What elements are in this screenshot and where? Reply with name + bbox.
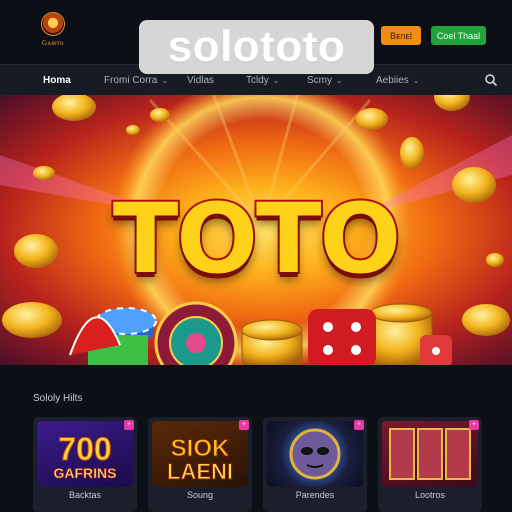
nav-item-label: Fromi Corra <box>104 74 158 86</box>
card-label: Backtas <box>68 490 101 500</box>
chevron-down-icon: ⌄ <box>412 75 420 85</box>
alien-emblem-icon <box>289 428 341 480</box>
game-card[interactable]: + Lootros <box>378 417 482 512</box>
nav-item-home[interactable]: Homa <box>43 65 71 95</box>
game-thumbnail <box>382 421 478 487</box>
game-card[interactable]: SIOK LAENI + Soung <box>148 417 252 512</box>
brand-watermark: solototo <box>139 20 374 74</box>
chevron-down-icon: ⌄ <box>336 75 343 85</box>
card-badge: + <box>469 420 479 430</box>
section-title: Sololy Hilts <box>33 393 83 404</box>
card-badge: + <box>124 420 134 430</box>
nav-item-label: Scmy <box>307 74 332 86</box>
game-card[interactable]: 700 GAFRINS + Backtas <box>33 417 137 512</box>
login-button[interactable]: Coel Thaal <box>431 26 486 45</box>
game-thumbnail: SIOK LAENI <box>152 421 248 487</box>
hero-title: TOTO <box>111 181 403 297</box>
game-card[interactable]: + Parendes <box>263 417 367 512</box>
card-art-number: 700 <box>58 431 112 468</box>
slot-reels-icon <box>389 428 471 480</box>
chevron-down-icon: ⌄ <box>272 75 280 85</box>
nav-item-label: Tcldy <box>246 74 269 86</box>
game-thumbnail: 700 GAFRINS <box>37 421 133 487</box>
card-label: Parendes <box>295 490 335 500</box>
game-thumbnail <box>267 421 363 487</box>
site-logo[interactable]: Gᴀᴍᴛᴏ <box>30 12 76 52</box>
card-label: Soung <box>186 490 214 500</box>
nav-item-aebiies[interactable]: Aebiies ⌄ <box>376 65 420 95</box>
logo-text: Gᴀᴍᴛᴏ <box>41 39 65 47</box>
card-badge: + <box>354 420 364 430</box>
card-art-title: GAFRINS <box>53 465 117 482</box>
logo-emblem-icon <box>41 12 65 36</box>
card-art-line2: LAENI <box>167 459 234 485</box>
nav-item-label: Homa <box>43 74 71 86</box>
card-label: Lootros <box>414 490 446 500</box>
chevron-down-icon: ⌄ <box>161 75 169 85</box>
nav-item-label: Aebiies <box>376 74 409 86</box>
card-badge: + <box>239 420 249 430</box>
hero-banner[interactable]: TOTO <box>0 95 512 365</box>
register-button[interactable]: Bᴇnᴇl <box>381 26 421 45</box>
search-icon[interactable] <box>484 73 498 87</box>
nav-item-label: Vidlas <box>187 74 215 86</box>
